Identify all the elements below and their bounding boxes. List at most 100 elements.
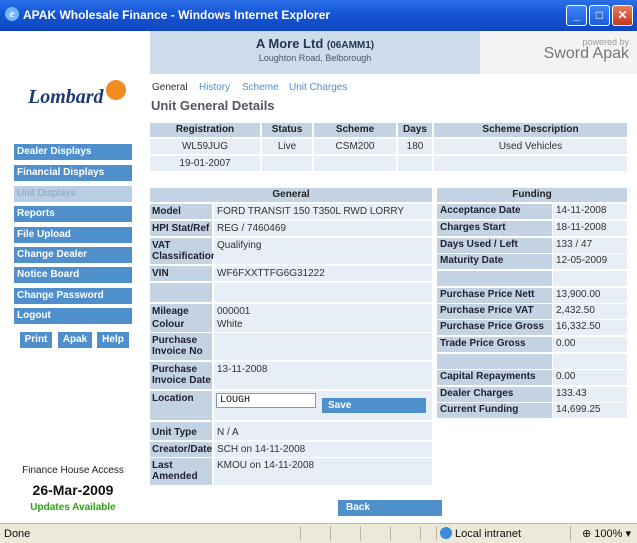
general-row-value: White — [214, 317, 432, 332]
status-divider — [390, 526, 391, 541]
funding-row-value: 16,332.50 — [553, 320, 627, 335]
tab-scheme[interactable]: Scheme — [242, 82, 279, 93]
funding-row-value: 14-11-2008 — [553, 204, 627, 219]
funding-row-label — [437, 354, 552, 369]
funding-row-label: Capital Repayments — [437, 370, 552, 385]
funding-row-label: Acceptance Date — [437, 204, 552, 219]
general-row-value: REG / 7460469 — [214, 221, 432, 236]
minimize-button[interactable]: _ — [566, 5, 587, 26]
updates-available-link[interactable]: Updates Available — [14, 502, 132, 513]
tab-history[interactable]: History — [199, 82, 230, 93]
general-row-label: Colour — [150, 317, 212, 332]
summary-cell: WL59JUG — [150, 139, 260, 154]
general-row-label: Unit Type — [150, 425, 212, 440]
sidebar-item-dealer-displays[interactable]: Dealer Displays — [14, 144, 132, 160]
zoom-value: 100% — [594, 528, 623, 540]
funding-row-label: Charges Start — [437, 221, 552, 236]
funding-row-value: 0.00 — [553, 337, 627, 352]
zoom-level[interactable]: ⊕ 100% ▾ — [582, 527, 631, 540]
funding-row-label: Dealer Charges — [437, 387, 552, 402]
general-row-value: 13-11-2008 — [214, 362, 432, 389]
tab-unit-charges[interactable]: Unit Charges — [289, 82, 347, 93]
status-divider — [570, 526, 571, 541]
funding-row-value: 13,900.00 — [553, 288, 627, 303]
status-bar: Done Local intranet ⊕ 100% ▾ — [0, 523, 637, 543]
lombard-logo: Lombard — [28, 78, 138, 108]
general-row-value: N / A — [214, 425, 432, 440]
print-button[interactable]: Print — [20, 332, 52, 348]
funding-row-value: 133 / 47 — [553, 238, 627, 253]
help-button[interactable]: Help — [97, 332, 129, 348]
summary-cell — [434, 156, 627, 171]
funding-row-label: Purchase Price Gross — [437, 320, 552, 335]
sidebar-item-unit-displays[interactable]: Unit Displays — [14, 186, 132, 202]
sidebar-item-change-password[interactable]: Change Password — [14, 288, 132, 304]
status-divider — [300, 526, 301, 541]
ie-logo-icon: e — [5, 7, 19, 21]
summary-cell: Used Vehicles — [434, 139, 627, 154]
company-address: Loughton Road, Belborough — [258, 53, 372, 63]
funding-row-label: Maturity Date — [437, 254, 552, 269]
summary-cell — [262, 156, 312, 171]
summary-cell: 19-01-2007 — [150, 156, 260, 171]
general-row-value: Qualifying — [214, 238, 432, 264]
funding-row-value — [553, 271, 627, 286]
brand-panel: powered by Sword Apak — [480, 31, 637, 74]
tab-general[interactable]: General — [152, 82, 188, 93]
general-row-label: Last Amended — [150, 458, 212, 485]
general-row-value — [214, 283, 432, 302]
save-button[interactable]: Save — [322, 398, 426, 413]
back-button[interactable]: Back — [338, 500, 442, 516]
status-divider — [330, 526, 331, 541]
sidebar-item-change-dealer[interactable]: Change Dealer — [14, 247, 132, 263]
general-row-label: Model — [150, 204, 212, 219]
funding-row-value: 0.00 — [553, 370, 627, 385]
general-row-label: VIN — [150, 266, 212, 281]
general-row-label: VAT Classification — [150, 238, 218, 264]
summary-header-registration: Registration — [150, 123, 260, 137]
summary-cell: Live — [262, 139, 312, 154]
browser-window: e APAK Wholesale Finance - Windows Inter… — [0, 0, 637, 543]
status-divider — [420, 526, 421, 541]
finance-house-access-label: Finance House Access — [22, 465, 124, 476]
sidebar-item-financial-displays[interactable]: Financial Displays — [14, 165, 132, 181]
globe-icon — [440, 527, 452, 539]
sidebar-item-notice-board[interactable]: Notice Board — [14, 267, 132, 283]
summary-header-status: Status — [262, 123, 312, 137]
location-input[interactable] — [216, 393, 316, 408]
zone-label: Local intranet — [455, 528, 522, 540]
funding-row-value: 12-05-2009 — [553, 254, 627, 269]
funding-row-value: 133.43 — [553, 387, 627, 402]
general-row-label: Location — [150, 391, 212, 420]
security-zone: Local intranet — [440, 527, 521, 540]
close-button[interactable]: ✕ — [612, 5, 633, 26]
summary-cell — [398, 156, 432, 171]
general-row-value — [214, 333, 432, 360]
summary-cell: 180 — [398, 139, 432, 154]
general-row-label: Creator/Date — [150, 442, 213, 457]
summary-cell — [314, 156, 396, 171]
funding-row-label: Purchase Price VAT — [437, 304, 552, 319]
funding-row-label: Current Funding — [437, 403, 552, 418]
status-divider — [360, 526, 361, 541]
funding-row-label: Trade Price Gross — [437, 337, 552, 352]
general-row-value: FORD TRANSIT 150 T350L RWD LORRY — [214, 204, 432, 219]
funding-row-value — [553, 354, 627, 369]
funding-row-label: Purchase Price Nett — [437, 288, 552, 303]
summary-header-scheme: Scheme — [314, 123, 396, 137]
apak-button[interactable]: Apak — [58, 332, 92, 348]
general-row-label: Purchase Invoice No — [150, 333, 212, 360]
sidebar-item-file-upload[interactable]: File Upload — [14, 227, 132, 243]
brand-logo: Sword Apak — [543, 45, 629, 62]
general-row-value: SCH on 14-11-2008 — [214, 442, 432, 457]
general-panel-heading: General — [150, 188, 432, 202]
access-date: 26-Mar-2009 — [32, 482, 114, 498]
funding-row-label: Days Used / Left — [437, 238, 552, 253]
general-row-label — [150, 283, 212, 302]
sidebar-item-reports[interactable]: Reports — [14, 206, 132, 222]
maximize-button[interactable]: □ — [589, 5, 610, 26]
summary-cell: CSM200 — [314, 139, 396, 154]
funding-row-value: 14,699.25 — [553, 403, 627, 418]
summary-header-scheme-description: Scheme Description — [434, 123, 627, 137]
sidebar-item-logout[interactable]: Logout — [14, 308, 132, 324]
